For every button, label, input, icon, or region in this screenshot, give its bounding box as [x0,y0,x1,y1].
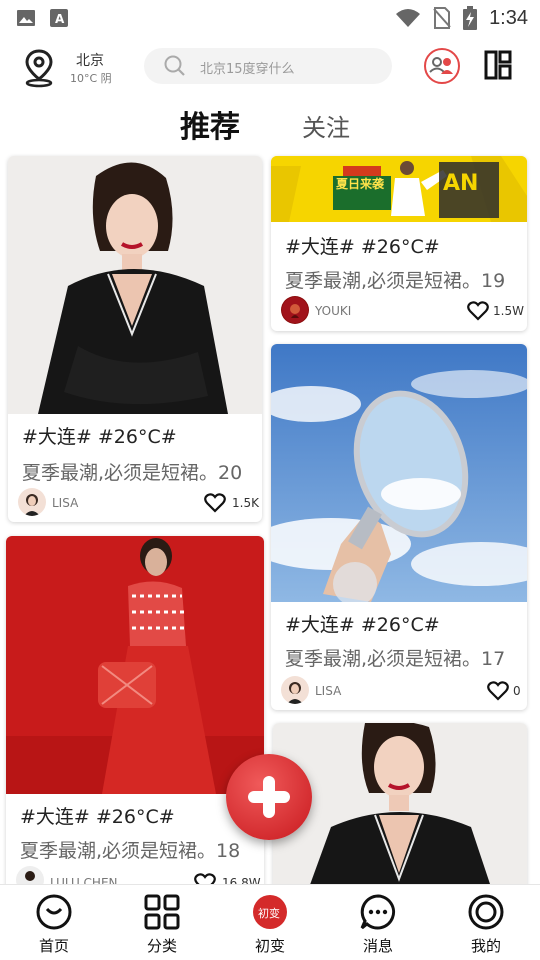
bottom-nav: 首页 分类 初变 初变 消息 我的 [0,884,540,960]
font-a-icon: A [50,9,68,27]
like-count: 1.5W [493,304,524,318]
feed-card[interactable]: #大连# #26°C# 夏季最潮,必须是短裙。17 LISA 0 [271,344,527,710]
post-image[interactable] [271,344,527,602]
post-image[interactable]: 夏日来袭 AN [271,156,527,222]
search-bar[interactable]: 北京15度穿什么 [144,48,392,84]
post-image[interactable] [6,536,264,794]
couple-icon [429,57,453,74]
nav-label: 初变 [254,937,285,955]
nav-label: 首页 [38,937,69,955]
location-pin-icon[interactable] [22,48,56,88]
post-tag: #大连# #26°C# [22,426,177,448]
search-icon [164,55,185,76]
grid-icon [144,894,180,930]
city-label[interactable]: 北京 [76,50,104,70]
create-post-button[interactable] [226,754,312,840]
post-tag: #大连# #26°C# [285,614,440,636]
profile-ring-icon [468,894,504,930]
tab-recommended[interactable]: 推荐 [180,102,240,146]
home-face-icon [36,894,72,930]
nav-home[interactable]: 首页 [14,893,94,956]
search-placeholder: 北京15度穿什么 [200,62,295,77]
chat-icon [360,894,396,930]
nav-chubian[interactable]: 初变 初变 [230,893,310,956]
avatar[interactable] [281,676,309,704]
battery-icon [463,6,478,30]
svg-text:初变: 初变 [258,906,280,920]
svg-text:AN: AN [443,171,478,196]
post-image[interactable] [8,156,262,414]
post-tag: #大连# #26°C# [285,236,440,258]
feed-card[interactable] [273,723,527,893]
gallery-icon [17,10,35,26]
feed-card[interactable]: #大连# #26°C# 夏季最潮,必须是短裙。20 LISA 1.5K [8,156,262,522]
like-count: 1.5K [232,496,259,510]
status-bar: A 1:34 [0,0,540,36]
no-sim-icon [433,7,451,29]
nav-label: 我的 [470,937,501,955]
avatar[interactable] [18,488,46,516]
post-description: 夏季最潮,必须是短裙。20 [22,462,243,484]
banner-text: 夏日来袭 [336,176,385,191]
heart-icon[interactable] [487,681,509,701]
tab-following[interactable]: 关注 [302,108,350,143]
chubian-badge-icon: 初变 [253,895,287,929]
app-header: 北京 10°C 阴 北京15度穿什么 [0,40,540,94]
feed-card[interactable]: 夏日来袭 AN #大连# #26°C# 夏季最潮,必须是短裙。19 YOUKI … [271,156,527,331]
feed-card[interactable]: #大连# #26°C# 夏季最潮,必须是短裙。18 LULU CHEN 16.8… [6,536,264,896]
layout-switch-icon[interactable] [484,50,512,80]
couple-match-button[interactable] [424,48,460,84]
heart-icon[interactable] [467,301,489,321]
post-image[interactable] [273,723,527,893]
avatar[interactable] [281,296,309,324]
username[interactable]: LISA [52,496,78,510]
nav-label: 分类 [146,937,177,955]
nav-messages[interactable]: 消息 [338,893,418,956]
like-count: 0 [513,684,521,698]
post-tag: #大连# #26°C# [20,806,175,828]
weather-label: 10°C 阴 [70,72,112,85]
username[interactable]: YOUKI [315,304,351,318]
username[interactable]: LISA [315,684,341,698]
nav-profile[interactable]: 我的 [446,893,526,956]
heart-icon[interactable] [204,493,226,513]
post-description: 夏季最潮,必须是短裙。17 [285,648,506,670]
post-description: 夏季最潮,必须是短裙。18 [20,840,241,862]
clock-time: 1:34 [489,6,528,29]
nav-label: 消息 [362,937,393,955]
post-description: 夏季最潮,必须是短裙。19 [285,270,506,292]
svg-text:A: A [55,12,65,26]
nav-category[interactable]: 分类 [122,893,202,956]
wifi-icon [396,9,421,27]
